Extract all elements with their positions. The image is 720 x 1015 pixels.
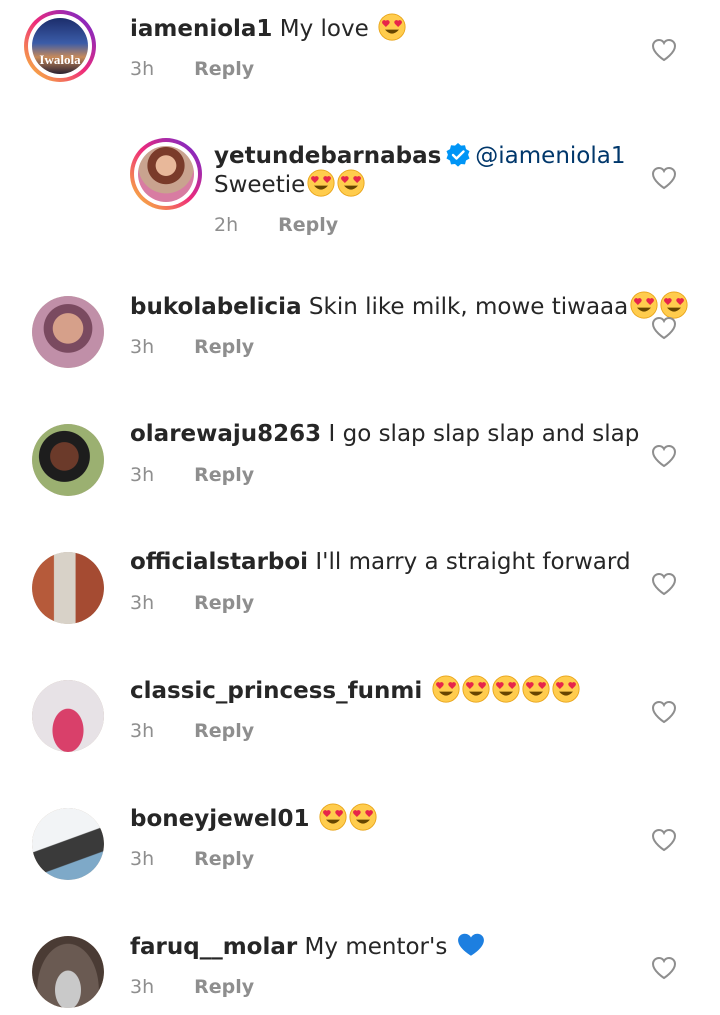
- comment-text: Skin like milk, mowe tiwaaa: [308, 294, 629, 320]
- reply-button[interactable]: Reply: [194, 720, 254, 742]
- avatar-caption: Iwalola: [39, 52, 81, 67]
- avatar[interactable]: [32, 808, 104, 880]
- comment-text: Sweetie: [214, 172, 306, 198]
- heart-eyes-emoji: [660, 291, 688, 319]
- reply-button[interactable]: Reply: [194, 464, 254, 486]
- reply-button[interactable]: Reply: [194, 976, 254, 998]
- timestamp: 3h: [130, 592, 155, 614]
- username[interactable]: yetundebarnabas: [214, 143, 441, 169]
- username[interactable]: boneyjewel01: [130, 806, 309, 832]
- like-heart-icon[interactable]: [651, 38, 677, 62]
- username[interactable]: faruq__molar: [130, 934, 297, 960]
- timestamp: 3h: [130, 720, 155, 742]
- reply-button[interactable]: Reply: [194, 592, 254, 614]
- heart-eyes-emoji: [522, 675, 550, 703]
- avatar[interactable]: [32, 936, 104, 1008]
- username[interactable]: classic_princess_funmi: [130, 678, 422, 704]
- heart-eyes-emoji: [432, 675, 460, 703]
- avatar[interactable]: [32, 296, 104, 368]
- comment-text: I'll marry a straight forward: [315, 549, 631, 575]
- reply-button[interactable]: Reply: [278, 214, 338, 236]
- reply-button[interactable]: Reply: [194, 848, 254, 870]
- reply-button[interactable]: Reply: [194, 58, 254, 80]
- timestamp: 3h: [130, 336, 155, 358]
- like-heart-icon[interactable]: [651, 828, 677, 852]
- avatar[interactable]: [32, 552, 104, 624]
- comment-text: I go slap slap slap and slap: [328, 421, 640, 447]
- like-heart-icon[interactable]: [651, 956, 677, 980]
- like-heart-icon[interactable]: [651, 316, 677, 340]
- comment-text: My love: [279, 16, 369, 42]
- username[interactable]: officialstarboi: [130, 549, 308, 575]
- username[interactable]: bukolabelicia: [130, 294, 302, 320]
- timestamp: 2h: [214, 214, 239, 236]
- heart-eyes-emoji: [462, 675, 490, 703]
- timestamp: 3h: [130, 58, 155, 80]
- like-heart-icon[interactable]: [651, 444, 677, 468]
- heart-eyes-emoji: [630, 291, 658, 319]
- blue-heart-emoji: [457, 933, 484, 956]
- reply-button[interactable]: Reply: [194, 336, 254, 358]
- heart-eyes-emoji: [378, 13, 406, 41]
- username[interactable]: olarewaju8263: [130, 421, 321, 447]
- avatar[interactable]: [32, 424, 104, 496]
- mention-link[interactable]: @iameniola1: [475, 143, 625, 169]
- heart-eyes-emoji: [552, 675, 580, 703]
- avatar[interactable]: [130, 138, 202, 210]
- heart-eyes-emoji: [337, 169, 365, 197]
- comment-text: My mentor's: [304, 934, 448, 960]
- timestamp: 3h: [130, 976, 155, 998]
- like-heart-icon[interactable]: [651, 166, 677, 190]
- timestamp: 3h: [130, 848, 155, 870]
- like-heart-icon[interactable]: [651, 700, 677, 724]
- verified-badge-icon: [445, 142, 471, 168]
- heart-eyes-emoji: [307, 169, 335, 197]
- avatar[interactable]: [32, 680, 104, 752]
- like-heart-icon[interactable]: [651, 572, 677, 596]
- heart-eyes-emoji: [319, 803, 347, 831]
- heart-eyes-emoji: [492, 675, 520, 703]
- username[interactable]: iameniola1: [130, 16, 272, 42]
- heart-eyes-emoji: [349, 803, 377, 831]
- timestamp: 3h: [130, 464, 155, 486]
- avatar[interactable]: Iwalola: [24, 10, 96, 82]
